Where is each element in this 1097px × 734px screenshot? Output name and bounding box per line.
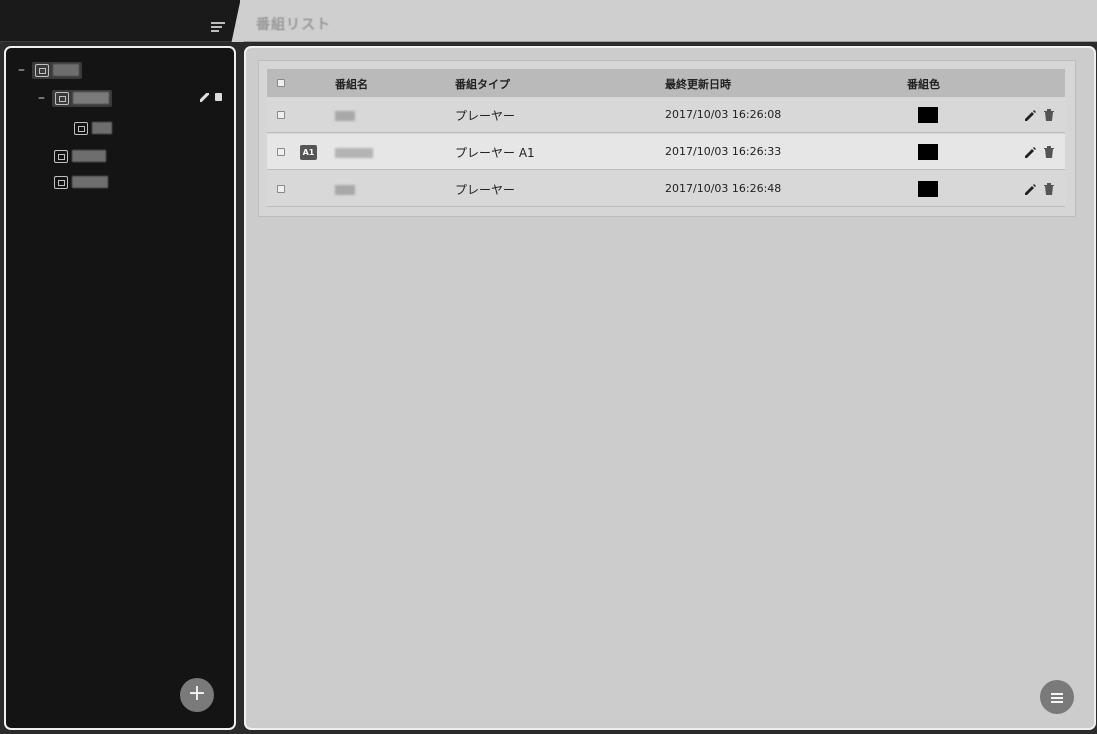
row-checkbox[interactable]	[277, 148, 285, 156]
folder-icon	[54, 175, 68, 189]
trash-icon[interactable]	[1043, 145, 1055, 159]
hamburger-icon	[1051, 701, 1063, 703]
menu-button[interactable]	[1040, 680, 1074, 714]
tree-item-label	[92, 122, 112, 134]
folder-icon	[74, 121, 88, 135]
tree-item-label	[53, 64, 79, 76]
program-type: プレーヤー	[455, 183, 516, 197]
hamburger-icon	[1051, 693, 1063, 695]
pencil-icon[interactable]	[1023, 146, 1037, 160]
updated-at: 2017/10/03 16:26:08	[665, 108, 782, 121]
column-header-updated[interactable]: 最終更新日時	[665, 76, 731, 92]
program-type: プレーヤー	[455, 109, 516, 123]
hamburger-icon	[1051, 697, 1063, 699]
row-checkbox[interactable]	[277, 185, 285, 193]
updated-at: 2017/10/03 16:26:48	[665, 182, 782, 195]
tree-item-root[interactable]: –	[18, 60, 82, 80]
sidebar-header	[0, 0, 240, 42]
folder-icon	[54, 149, 68, 163]
add-button[interactable]: +	[180, 678, 214, 712]
collapse-icon[interactable]: –	[18, 62, 32, 78]
table-header: 番組名 番組タイプ 最終更新日時 番組色	[267, 69, 1065, 97]
trash-icon[interactable]	[1043, 108, 1055, 122]
column-header-type[interactable]: 番組タイプ	[455, 76, 510, 92]
program-type: プレーヤー A1	[455, 146, 535, 160]
tree-item-label	[72, 150, 106, 162]
table-row[interactable]: A1 プレーヤー A1 2017/10/03 16:26:33	[267, 134, 1065, 170]
table-row[interactable]: プレーヤー 2017/10/03 16:26:08	[267, 97, 1065, 133]
trash-icon[interactable]	[1043, 182, 1055, 196]
tree-item-actions	[200, 93, 222, 102]
main-panel: 番組名 番組タイプ 最終更新日時 番組色 プレーヤー 2017/10/03 16…	[244, 46, 1096, 730]
table-row[interactable]: プレーヤー 2017/10/03 16:26:48	[267, 171, 1065, 207]
app-window: 番組リスト – – + 番組名 番組タイプ 最終更新日時 番組色 プレーヤー 2…	[0, 0, 1097, 734]
tree-item-label	[73, 92, 109, 104]
tree-item-child-3[interactable]	[54, 172, 108, 192]
color-swatch	[918, 181, 938, 197]
color-swatch	[918, 144, 938, 160]
trash-icon[interactable]	[215, 93, 222, 101]
tree-item-grandchild[interactable]	[74, 118, 112, 138]
column-header-color[interactable]: 番組色	[907, 76, 940, 92]
pencil-icon[interactable]	[1023, 183, 1037, 197]
program-name	[335, 185, 355, 195]
sidebar: – – +	[4, 46, 236, 730]
pencil-icon[interactable]	[200, 93, 209, 102]
tree-item-label	[72, 176, 108, 188]
a1-badge: A1	[300, 145, 317, 160]
program-name	[335, 111, 355, 121]
tree-item-child-2[interactable]	[54, 146, 106, 166]
column-header-name[interactable]: 番組名	[335, 76, 368, 92]
folder-icon	[35, 63, 49, 77]
select-all-checkbox[interactable]	[277, 79, 285, 87]
menu-icon[interactable]	[211, 22, 225, 32]
top-bar: 番組リスト	[240, 0, 1097, 42]
pencil-icon[interactable]	[1023, 109, 1037, 123]
collapse-icon[interactable]: –	[38, 90, 52, 106]
program-name	[335, 148, 373, 158]
page-title: 番組リスト	[256, 17, 331, 33]
color-swatch	[918, 107, 938, 123]
updated-at: 2017/10/03 16:26:33	[665, 145, 782, 158]
tree-item-child-1[interactable]: –	[38, 88, 112, 108]
folder-icon	[55, 91, 69, 105]
program-table: 番組名 番組タイプ 最終更新日時 番組色 プレーヤー 2017/10/03 16…	[258, 60, 1076, 217]
row-checkbox[interactable]	[277, 111, 285, 119]
